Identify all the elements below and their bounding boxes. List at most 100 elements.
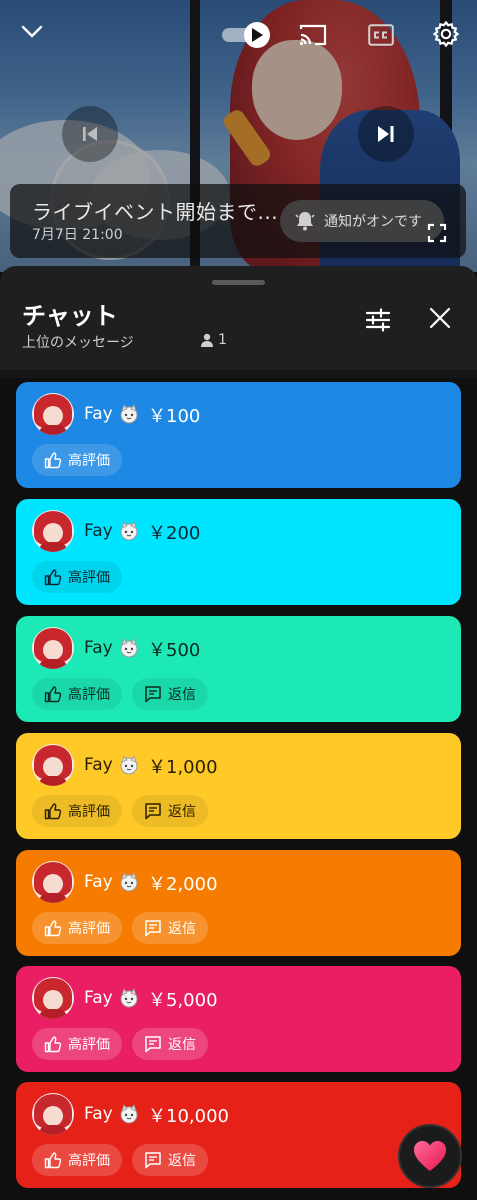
live-event-banner: ライブイベント開始まで... 7月7日 21:00 通知がオンです [10,184,466,258]
author-name[interactable]: Fay [84,988,113,1008]
reply-button[interactable]: 返信 [132,1144,208,1176]
author-avatar[interactable] [32,744,74,786]
avatar-face [43,640,63,660]
captions-icon [368,24,394,46]
video-player[interactable]: ライブイベント開始まで... 7月7日 21:00 通知がオンです [0,0,477,272]
reply-icon [145,1152,161,1169]
super-chat-card[interactable]: Fay ￥500 高評価 返信 [16,616,461,722]
reply-button[interactable]: 返信 [132,1028,208,1060]
author-avatar[interactable] [32,977,74,1019]
member-badge [118,403,140,425]
thumb-up-icon [44,1152,62,1169]
reply-icon [145,686,161,703]
skip-next-icon [378,126,394,142]
member-badge [118,520,140,542]
heart-icon [414,1141,446,1171]
author-avatar[interactable] [32,861,74,903]
avatar-dress [40,542,66,552]
reaction-button[interactable] [398,1124,462,1188]
author-name[interactable]: Fay [84,872,113,892]
reply-label: 返信 [168,1037,196,1053]
avatar-face [43,757,63,777]
author-avatar[interactable] [32,627,74,669]
thumb-up-icon [44,803,62,820]
author-avatar[interactable] [32,393,74,435]
cast-button[interactable] [296,18,330,52]
member-badge-icon [120,404,138,424]
avatar-face [43,406,63,426]
person-icon [201,333,213,347]
fullscreen-icon [427,223,447,243]
super-chat-card[interactable]: Fay ￥10,000 高評価 返信 [16,1082,461,1188]
like-button[interactable]: 高評価 [32,795,122,827]
author-name[interactable]: Fay [84,638,113,658]
like-button[interactable]: 高評価 [32,678,122,710]
chat-filter-button[interactable] [364,306,400,342]
thumb-up-icon [44,686,62,703]
drag-handle[interactable] [212,280,265,285]
author-name[interactable]: Fay [84,521,113,541]
super-chat-card[interactable]: Fay ￥5,000 高評価 返信 [16,966,461,1072]
panel-divider [0,370,477,378]
author-avatar[interactable] [32,510,74,552]
reply-button[interactable]: 返信 [132,912,208,944]
chat-panel: チャット 上位のメッセージ 1 Fay ￥100 高評価 Fay ￥200 高評… [0,266,477,1200]
close-button[interactable] [428,306,464,342]
avatar-face [43,990,63,1010]
super-chat-amount: ￥10,000 [148,1106,229,1127]
reply-button[interactable]: 返信 [132,678,208,710]
super-chat-card[interactable]: Fay ￥2,000 高評価 返信 [16,850,461,956]
autoplay-knob [244,22,270,48]
reply-label: 返信 [168,804,196,820]
like-button[interactable]: 高評価 [32,912,122,944]
reply-label: 返信 [168,921,196,937]
avatar-dress [40,1125,66,1135]
avatar-dress [40,893,66,903]
author-name[interactable]: Fay [84,1104,113,1124]
reply-label: 返信 [168,1153,196,1169]
author-avatar[interactable] [32,1093,74,1135]
cast-icon [299,24,327,46]
bell-icon [295,212,315,231]
autoplay-toggle[interactable] [222,22,272,48]
member-badge-icon [120,872,138,892]
chat-title: チャット [22,302,118,330]
collapse-button[interactable] [14,16,50,48]
like-label: 高評価 [68,570,110,586]
avatar-dress [40,776,66,786]
reply-label: 返信 [168,687,196,703]
notification-button[interactable]: 通知がオンです [280,200,444,242]
like-button[interactable]: 高評価 [32,1028,122,1060]
avatar-dress [40,659,66,669]
super-chat-card[interactable]: Fay ￥1,000 高評価 返信 [16,733,461,839]
live-event-date: 7月7日 21:00 [32,227,123,243]
notification-label: 通知がオンです [324,214,422,230]
reply-button[interactable]: 返信 [132,795,208,827]
author-name[interactable]: Fay [84,755,113,775]
settings-button[interactable] [428,16,464,52]
like-label: 高評価 [68,687,110,703]
reply-icon [145,920,161,937]
avatar-face [43,874,63,894]
captions-button[interactable] [364,18,398,52]
super-chat-list: Fay ￥100 高評価 Fay ￥200 高評価 Fay ￥500 高評価 返… [0,378,477,1200]
member-badge [118,637,140,659]
like-label: 高評価 [68,1037,110,1053]
next-button[interactable] [358,106,414,162]
like-button[interactable]: 高評価 [32,1144,122,1176]
author-name[interactable]: Fay [84,404,113,424]
avatar-dress [40,425,66,435]
reply-icon [145,1036,161,1053]
thumb-up-icon [44,569,62,586]
close-icon [429,307,451,329]
fullscreen-button[interactable] [424,220,450,246]
super-chat-amount: ￥200 [148,523,201,544]
like-button[interactable]: 高評価 [32,561,122,593]
member-badge [118,1103,140,1125]
super-chat-amount: ￥500 [148,640,201,661]
chat-mode-label[interactable]: 上位のメッセージ [22,332,134,352]
super-chat-card[interactable]: Fay ￥100 高評価 [16,382,461,488]
like-button[interactable]: 高評価 [32,444,122,476]
previous-button[interactable] [62,106,118,162]
super-chat-card[interactable]: Fay ￥200 高評価 [16,499,461,605]
